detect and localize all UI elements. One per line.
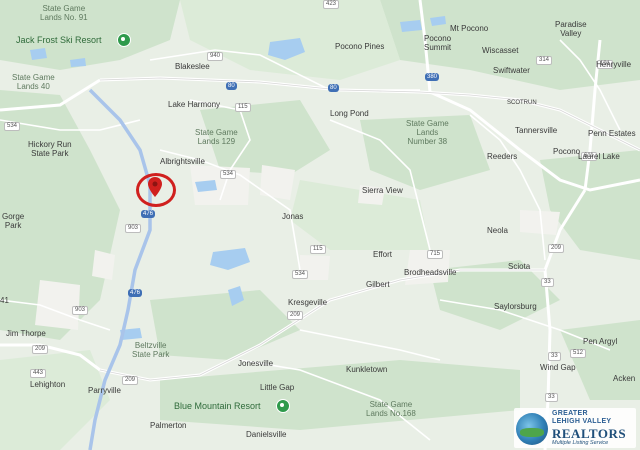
label-wind-gap: Wind Gap xyxy=(540,363,576,372)
label-gilbert: Gilbert xyxy=(366,280,390,289)
label-laurel-lake: Laurel Lake xyxy=(578,152,620,161)
route-shield: 903 xyxy=(125,224,142,233)
label-state-game-lands-91: State Game Lands No. 91 xyxy=(40,4,88,22)
label-jonesville: Jonesville xyxy=(238,359,274,368)
poi-pin[interactable] xyxy=(117,33,131,47)
route-shield: 209 xyxy=(32,345,49,354)
label-kunkletown: Kunkletown xyxy=(346,365,388,374)
route-shield: 423 xyxy=(323,0,340,9)
route-shield: 903 xyxy=(72,306,89,315)
label-wiscasset: Wiscasset xyxy=(482,46,519,55)
label-pen-argyl: Pen Argyl xyxy=(583,337,618,346)
label-hickory-run: Hickory Run State Park xyxy=(28,140,72,158)
label-parryville: Parryville xyxy=(88,386,121,395)
map-view[interactable]: 423 940 80 80 380 314 191 534 115 534 47… xyxy=(0,0,640,450)
label-long-pond: Long Pond xyxy=(330,109,369,118)
label-edge-41: 41 xyxy=(0,296,9,305)
label-jim-thorpe: Jim Thorpe xyxy=(6,329,46,338)
label-state-game-lands-40: State Game Lands 40 xyxy=(12,73,55,91)
route-shield: 33 xyxy=(541,278,554,287)
map-base xyxy=(0,0,640,450)
label-danielsville: Danielsville xyxy=(246,430,287,439)
route-shield: 115 xyxy=(235,103,251,112)
route-shield: 534 xyxy=(220,170,237,179)
label-kresgeville: Kresgeville xyxy=(288,298,328,307)
map-pin-icon[interactable] xyxy=(148,177,162,197)
label-blue-mountain[interactable]: Blue Mountain Resort xyxy=(174,402,261,411)
label-albrightsville: Albrightsville xyxy=(160,157,205,166)
label-lehighton: Lehighton xyxy=(30,380,66,389)
interstate-shield: 80 xyxy=(328,84,339,92)
route-shield: 534 xyxy=(4,122,21,131)
label-pocono: Pocono xyxy=(553,147,581,156)
realtors-logo: GREATER LEHIGH VALLEY REALTORS Multiple L… xyxy=(514,408,636,448)
label-beltzville: Beltzville State Park xyxy=(132,341,170,359)
label-pocono-pines: Pocono Pines xyxy=(335,42,385,51)
route-shield: 443 xyxy=(30,369,47,378)
label-sciota: Sciota xyxy=(508,262,531,271)
poi-pin[interactable] xyxy=(276,399,290,413)
logo-line1: GREATER LEHIGH VALLEY xyxy=(552,410,612,425)
globe-icon xyxy=(516,413,548,445)
label-lake-harmony: Lake Harmony xyxy=(168,100,221,109)
label-scotrun: SCOTRUN xyxy=(507,100,537,106)
route-shield: 512 xyxy=(570,349,587,358)
route-shield: 715 xyxy=(427,250,444,259)
label-brodheadsville: Brodheadsville xyxy=(404,268,457,277)
label-little-gap: Little Gap xyxy=(260,383,295,392)
route-shield: 33 xyxy=(548,352,561,361)
route-shield: 940 xyxy=(207,52,224,61)
interstate-shield: 476 xyxy=(141,210,156,218)
label-ackerman: Acken xyxy=(613,374,636,383)
label-reeders: Reeders xyxy=(487,152,518,161)
label-saylorsburg: Saylorsburg xyxy=(494,302,537,311)
label-mt-pocono: Mt Pocono xyxy=(450,24,489,33)
label-effort: Effort xyxy=(373,250,392,259)
label-jack-frost[interactable]: Jack Frost Ski Resort xyxy=(16,36,102,45)
logo-line3: Multiple Listing Service xyxy=(552,440,609,446)
label-tannersville: Tannersville xyxy=(515,126,558,135)
route-shield: 314 xyxy=(536,56,553,65)
label-henryville: Henryville xyxy=(596,60,632,69)
label-swiftwater: Swiftwater xyxy=(493,66,530,75)
label-pocono-summit: Pocono Summit xyxy=(424,34,452,52)
label-jonas: Jonas xyxy=(282,212,304,221)
label-state-game-lands-38: State Game Lands Number 38 xyxy=(406,119,449,146)
label-state-game-lands-168: State Game Lands No.168 xyxy=(366,400,416,418)
label-neola: Neola xyxy=(487,226,508,235)
label-state-game-lands-129: State Game Lands 129 xyxy=(195,128,238,146)
label-sierra-view: Sierra View xyxy=(362,186,403,195)
label-gorge-park: Gorge Park xyxy=(2,212,25,230)
label-penn-estates: Penn Estates xyxy=(588,129,636,138)
interstate-shield: 80 xyxy=(226,82,237,90)
route-shield: 115 xyxy=(310,245,326,254)
route-shield: 534 xyxy=(292,270,309,279)
route-shield: 33 xyxy=(545,393,558,402)
interstate-shield: 380 xyxy=(425,73,440,81)
route-shield: 209 xyxy=(287,311,304,320)
label-blakeslee: Blakeslee xyxy=(175,62,210,71)
route-shield: 209 xyxy=(548,244,565,253)
label-palmerton: Palmerton xyxy=(150,421,187,430)
interstate-shield: 476 xyxy=(128,289,143,297)
label-paradise-valley: Paradise Valley xyxy=(555,20,587,38)
route-shield: 209 xyxy=(122,376,139,385)
